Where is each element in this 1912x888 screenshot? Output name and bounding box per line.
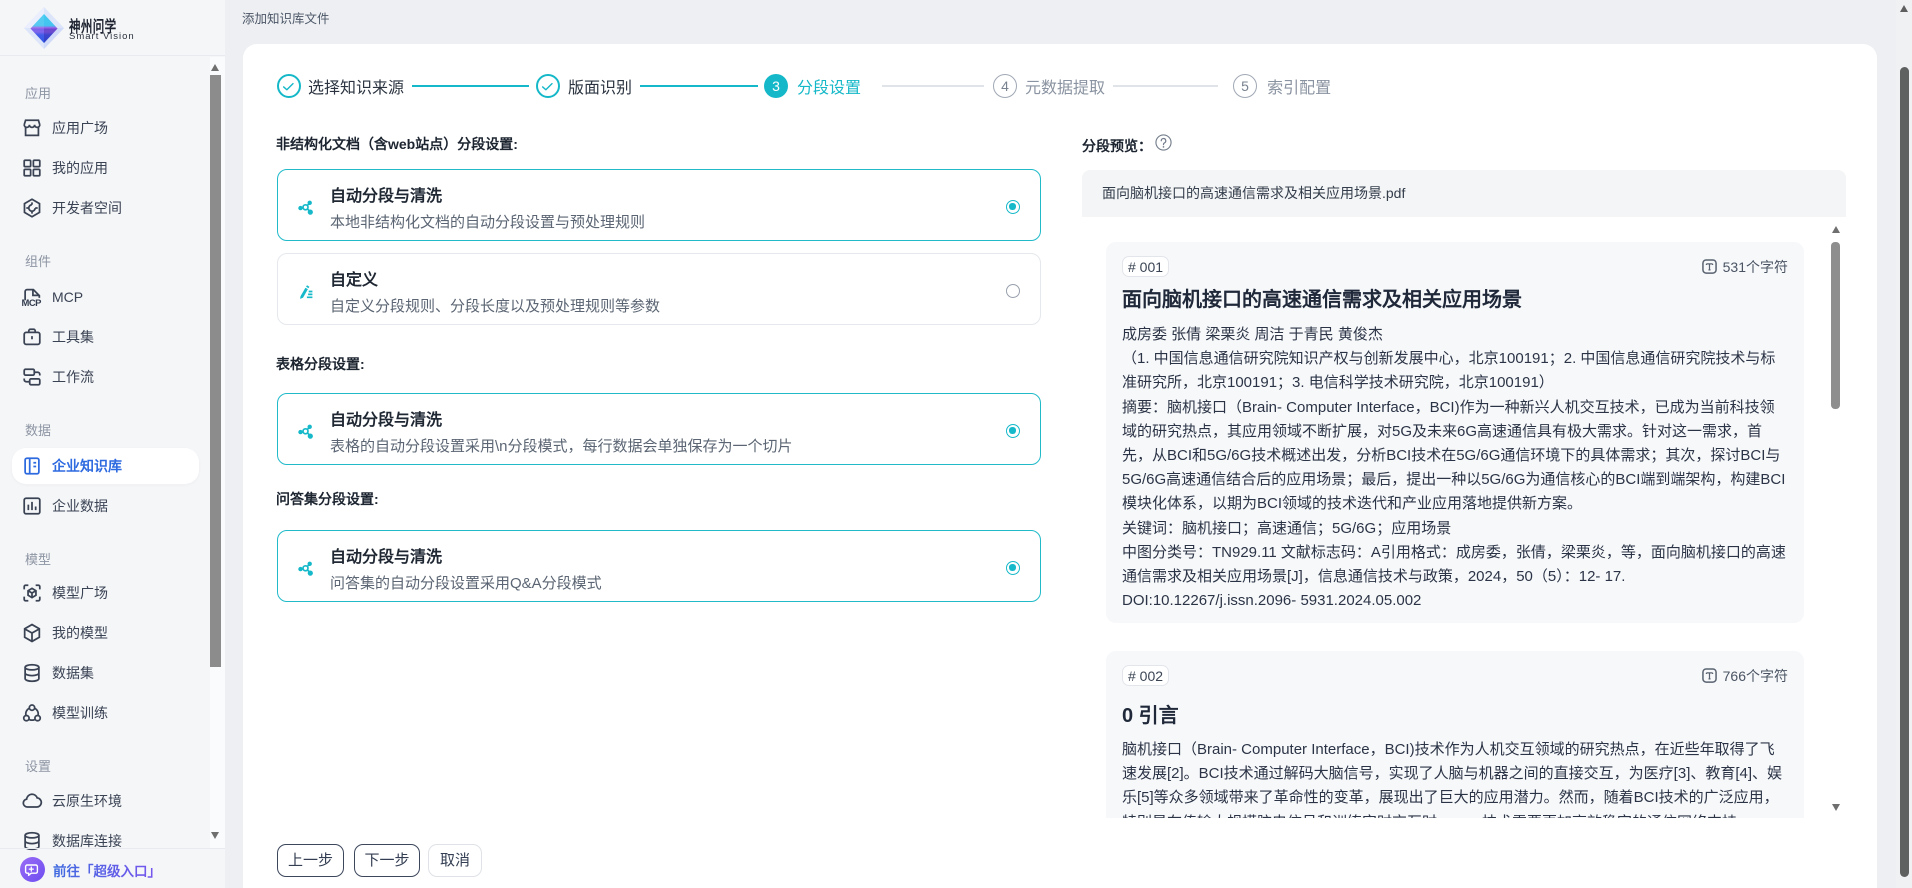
svg-text:MCP: MCP xyxy=(22,298,42,308)
